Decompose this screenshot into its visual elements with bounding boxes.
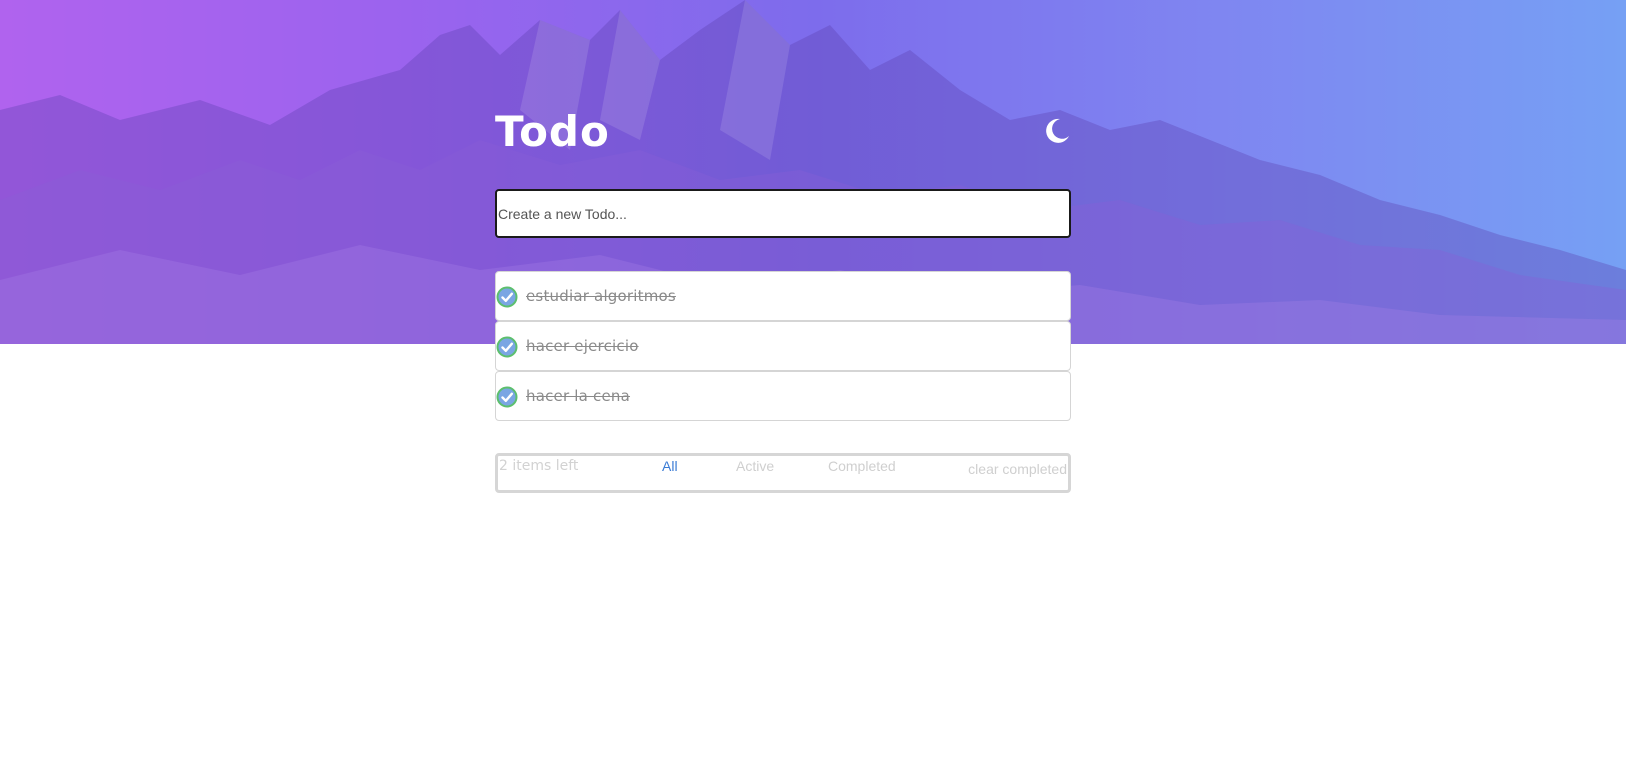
todo-text: hacer ejercicio <box>526 337 639 355</box>
new-todo-input[interactable] <box>495 189 1071 238</box>
checked-checkbox-icon[interactable] <box>496 286 518 308</box>
clear-completed-button[interactable]: clear completed <box>968 461 1067 477</box>
checked-checkbox-icon[interactable] <box>496 336 518 358</box>
filter-completed-button[interactable]: Completed <box>828 458 896 474</box>
todo-item[interactable]: estudiar algoritmos <box>495 271 1071 321</box>
todo-footer: 2 items left All Active Completed clear … <box>495 453 1071 493</box>
checked-checkbox-icon[interactable] <box>496 386 518 408</box>
filter-active-button[interactable]: Active <box>736 458 774 474</box>
app-title: Todo <box>495 107 610 156</box>
moon-icon <box>1046 118 1069 143</box>
theme-toggle-button[interactable] <box>1041 116 1071 146</box>
todo-list: estudiar algoritmos hacer ejercicio hace… <box>495 271 1071 421</box>
todo-item[interactable]: hacer la cena <box>495 371 1071 421</box>
filter-all-button[interactable]: All <box>662 458 678 474</box>
todo-text: estudiar algoritmos <box>526 287 676 305</box>
todo-text: hacer la cena <box>526 387 631 405</box>
items-left-count: 2 items left <box>499 458 579 474</box>
todo-item[interactable]: hacer ejercicio <box>495 321 1071 371</box>
